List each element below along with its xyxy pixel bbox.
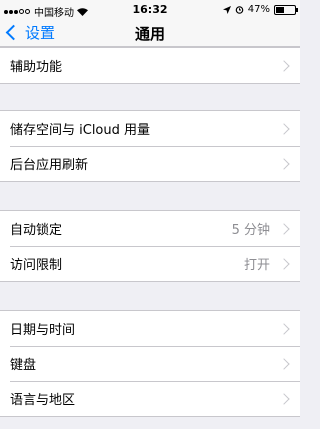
battery-percent: 47% <box>247 4 270 15</box>
chevron-right-icon <box>278 392 290 405</box>
chevron-right-icon <box>278 257 290 270</box>
row-value: 打开 <box>243 258 270 273</box>
row-storage-icloud[interactable]: 储存空间与 iCloud 用量 <box>0 111 300 146</box>
row-value: 5 分钟 <box>231 223 270 238</box>
chevron-right-icon <box>278 122 290 135</box>
row-background-refresh[interactable]: 后台应用刷新 <box>0 146 300 181</box>
row-label: 储存空间与 iCloud 用量 <box>10 123 151 138</box>
location-icon <box>222 5 231 14</box>
settings-group-storage: 储存空间与 iCloud 用量 后台应用刷新 <box>0 110 300 182</box>
row-auto-lock[interactable]: 自动锁定 5 分钟 <box>0 211 300 246</box>
row-accessibility[interactable]: 辅助功能 <box>0 48 300 83</box>
chevron-right-icon <box>278 59 290 72</box>
settings-group-region: 日期与时间 键盘 语言与地区 <box>0 310 300 417</box>
battery-icon <box>274 4 298 15</box>
row-label: 自动锁定 <box>10 223 63 238</box>
row-label: 键盘 <box>10 358 37 373</box>
alarm-icon <box>235 6 244 14</box>
chevron-right-icon <box>278 357 290 370</box>
row-keyboard[interactable]: 键盘 <box>0 346 300 381</box>
chevron-right-icon <box>278 222 290 235</box>
page-title: 通用 <box>134 25 165 43</box>
battery-fill <box>276 6 285 13</box>
row-label: 辅助功能 <box>10 60 63 75</box>
row-label: 访问限制 <box>10 258 63 273</box>
status-right: 47% <box>222 4 298 15</box>
navigation-bar: 设置 通用 <box>0 20 300 47</box>
settings-group-lock: 自动锁定 5 分钟 访问限制 打开 <box>0 210 300 282</box>
row-language-region[interactable]: 语言与地区 <box>0 381 300 416</box>
status-bar: 中国移动 16:32 47% <box>0 0 300 20</box>
row-date-time[interactable]: 日期与时间 <box>0 311 300 346</box>
chevron-right-icon <box>278 322 290 335</box>
row-label: 日期与时间 <box>10 323 76 338</box>
chevron-right-icon <box>278 157 290 170</box>
settings-group-accessibility: 辅助功能 <box>0 47 300 84</box>
row-label: 后台应用刷新 <box>10 158 89 173</box>
row-restrictions[interactable]: 访问限制 打开 <box>0 246 300 281</box>
row-label: 语言与地区 <box>10 393 76 408</box>
